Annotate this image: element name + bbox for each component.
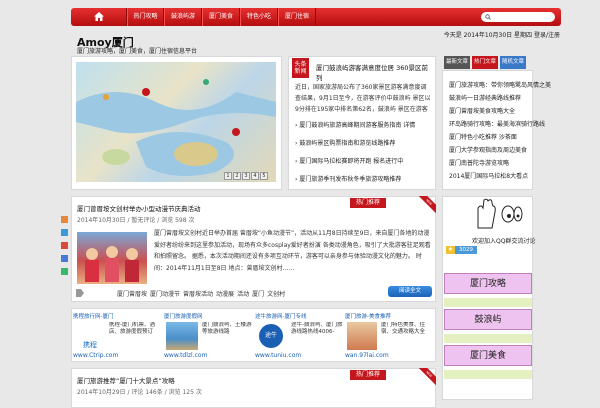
nav-item[interactable]: 鼓浪屿游 bbox=[164, 8, 202, 26]
nav-item[interactable]: 特色小吃 bbox=[240, 8, 278, 26]
renren-icon[interactable] bbox=[61, 255, 68, 262]
ad-desc: 厦门鼓浪屿、土楼游等旅游线路 bbox=[202, 322, 252, 335]
ad-logo-text: 携程 bbox=[83, 341, 97, 349]
ad-title[interactable]: 厦门旅游-美食推荐 bbox=[345, 312, 436, 320]
nav-item[interactable]: 热门攻略 bbox=[127, 8, 164, 26]
list-item[interactable]: 厦门曾厝垵美食攻略大全 bbox=[449, 106, 515, 115]
ad-desc: 厦门特色美食、住宿、交通攻略大全 bbox=[381, 322, 426, 335]
ad-unit[interactable]: 携程旅行网-厦门 携程 携程-厦门机票、酒店、旅游度假预订 www.Ctrip.… bbox=[73, 312, 164, 360]
map-illustration bbox=[76, 79, 276, 176]
headline-tag: 头条 新闻 bbox=[292, 58, 309, 78]
tab-latest[interactable]: 最新文章 bbox=[444, 56, 470, 69]
sidebar-spacer bbox=[444, 370, 532, 379]
ad-image bbox=[347, 322, 377, 350]
ad-title[interactable]: 途牛旅游网-厦门专线 bbox=[255, 312, 346, 320]
list-item[interactable]: 鼓浪屿一日游经典路线推荐 bbox=[449, 93, 521, 102]
slider-image[interactable]: 12345 bbox=[76, 62, 276, 182]
sidebar-button[interactable]: 鼓浪屿 bbox=[444, 309, 532, 330]
hello-hand-icon bbox=[477, 198, 523, 229]
qq-counter[interactable]: ★ 3029 bbox=[446, 245, 477, 254]
search-icon bbox=[485, 14, 491, 20]
rss-icon[interactable] bbox=[61, 216, 68, 223]
article-body: 厦门曾厝垵文创村近日举办首届 曾厝垵“小鱼动漫节”，活动从11月8日持续至9日，… bbox=[154, 230, 431, 272]
nav-item[interactable]: 厦门美食 bbox=[202, 8, 240, 26]
ad-url[interactable]: www.Ctrip.com bbox=[73, 352, 118, 359]
ad-url[interactable]: www.tuniu.com bbox=[255, 352, 301, 359]
tag-link[interactable]: 曾厝垵活动 bbox=[183, 289, 213, 298]
main-nav: 热门攻略 鼓浪屿游 厦门美食 特色小吃 厦门住宿 bbox=[71, 8, 561, 26]
sidebar-spacer bbox=[444, 298, 532, 307]
tag-link[interactable]: 厦门动漫节 bbox=[150, 289, 180, 298]
article-title[interactable]: 厦门旅游推荐“厦门十大景点”攻略 bbox=[77, 375, 175, 385]
tag-link[interactable]: 厦门曾厝垵 bbox=[117, 289, 147, 298]
home-icon bbox=[94, 12, 104, 21]
list-item[interactable]: 厦门南普陀寺游览攻略 bbox=[449, 158, 509, 167]
headline-link[interactable]: › 厦门鼓浪屿旅游高峰期间游客服务指南 详情 bbox=[295, 120, 415, 129]
sidebar-button[interactable]: 厦门攻略 bbox=[444, 273, 532, 294]
ad-image bbox=[166, 322, 198, 350]
tag-link[interactable]: 文创村 bbox=[267, 289, 285, 298]
ad-url[interactable]: wan.97lai.com bbox=[345, 352, 389, 359]
cosplay-photo bbox=[85, 246, 139, 282]
headline-link[interactable]: › 鼓浪屿景区购票指南和游览线路推荐 bbox=[295, 138, 395, 147]
article-meta: 2014年10月29日 / 评论 146条 / 浏览 125 次 bbox=[77, 389, 202, 396]
headline-summary: 近日，国家旅游局公布了360家景区游客满意度调查结果，9月1日至今，在游客评价中… bbox=[295, 84, 431, 113]
headline-link[interactable]: › 厦门国际马拉松赛即将开跑 报名进行中 bbox=[295, 156, 403, 165]
date-login-bar[interactable]: 今天是 2014年10月30日 星期四 登录/注册 bbox=[444, 30, 560, 39]
counter-value: 3029 bbox=[455, 246, 477, 254]
headline-link[interactable]: › 厦门旅游季刊发布秋冬季旅游攻略推荐 bbox=[295, 174, 401, 183]
slider-dot[interactable]: 5 bbox=[260, 172, 268, 180]
ad-unit[interactable]: 厦门旅游度假网 厦门鼓浪屿、土楼游等旅游线路 www.tdlzl.com bbox=[164, 312, 255, 360]
star-icon: ★ bbox=[446, 246, 455, 254]
ad-title[interactable]: 携程旅行网-厦门 bbox=[73, 312, 164, 320]
weibo-icon[interactable] bbox=[61, 242, 68, 249]
slider-pager: 12345 bbox=[223, 171, 268, 180]
list-item[interactable]: 厦门特色小吃推荐 沙茶面 bbox=[449, 132, 517, 141]
article-meta: 2014年10月30日 / 暂无评论 / 浏览 598 次 bbox=[77, 217, 195, 224]
slider-dot[interactable]: 3 bbox=[242, 172, 250, 180]
list-item[interactable]: 2014厦门国际马拉松8大看点 bbox=[449, 171, 528, 180]
tab-hot[interactable]: 热门文章 bbox=[472, 56, 498, 69]
read-more-button[interactable]: 阅读全文 bbox=[388, 286, 432, 297]
tag-link[interactable]: 厦门 bbox=[252, 289, 264, 298]
list-item[interactable]: 厦门旅游攻略：带你领略鹭岛风情之美 bbox=[449, 80, 551, 89]
sidebar-spacer bbox=[444, 334, 532, 343]
qzone-icon[interactable] bbox=[61, 229, 68, 236]
tab-random[interactable]: 随机文章 bbox=[500, 56, 526, 69]
ad-url[interactable]: www.tdlzl.com bbox=[164, 352, 207, 359]
ad-logo: 携程 bbox=[75, 322, 105, 352]
article-thumbnail[interactable] bbox=[77, 232, 147, 284]
ad-desc: 携程-厦门机票、酒店、旅游度假预订 bbox=[109, 322, 155, 335]
ad-unit[interactable]: 厦门旅游-美食推荐 厦门特色美食、住宿、交通攻略大全 wan.97lai.com bbox=[345, 312, 436, 360]
share-icon[interactable] bbox=[61, 268, 68, 275]
ad-title[interactable]: 厦门旅游度假网 bbox=[164, 312, 255, 320]
tag-link[interactable]: 活动 bbox=[237, 289, 249, 298]
article-tags: 厦门曾厝垵 厦门动漫节 曾厝垵活动 动漫展 活动 厦门 文创村 bbox=[117, 289, 288, 298]
slider-dot[interactable]: 2 bbox=[233, 172, 241, 180]
qq-group-text: 欢迎加入QQ群交流讨论 bbox=[472, 238, 536, 245]
new-ribbon: NEW bbox=[418, 196, 436, 214]
ad-logo: 途牛 bbox=[259, 324, 283, 348]
ad-desc: 途牛-鼓浪屿、厦门旅游线路热线4006- bbox=[291, 322, 343, 335]
article-badge: 热门推荐 bbox=[350, 198, 386, 208]
slider-dot[interactable]: 1 bbox=[224, 172, 232, 180]
list-item[interactable]: 厦门大学参观指南及周边美食 bbox=[449, 145, 527, 154]
new-ribbon: NEW bbox=[418, 368, 436, 386]
tag-icon bbox=[76, 289, 84, 297]
search-input[interactable] bbox=[481, 12, 555, 22]
headline-title[interactable]: 厦门鼓浪屿游客满意度位居 360景区前列 bbox=[316, 62, 434, 82]
ad-unit[interactable]: 途牛旅游网-厦门专线 途牛 途牛-鼓浪屿、厦门旅游线路热线4006- www.t… bbox=[255, 312, 346, 360]
tag-link[interactable]: 动漫展 bbox=[216, 289, 234, 298]
sidebar-button[interactable]: 厦门美食 bbox=[444, 345, 532, 366]
article-title[interactable]: 厦门曾厝垵文创村举办小型动漫节庆典活动 bbox=[77, 203, 201, 213]
slider-dot[interactable]: 4 bbox=[251, 172, 259, 180]
article-badge: 热门推荐 bbox=[350, 370, 386, 380]
nav-item[interactable]: 厦门住宿 bbox=[278, 8, 316, 26]
site-slogan: 厦门旅游攻略，厦门美食，厦门住宿信息平台 bbox=[77, 48, 198, 55]
home-button[interactable] bbox=[71, 8, 127, 26]
list-item[interactable]: 环岛路骑行攻略：最美海滨骑行路线 bbox=[449, 119, 545, 128]
